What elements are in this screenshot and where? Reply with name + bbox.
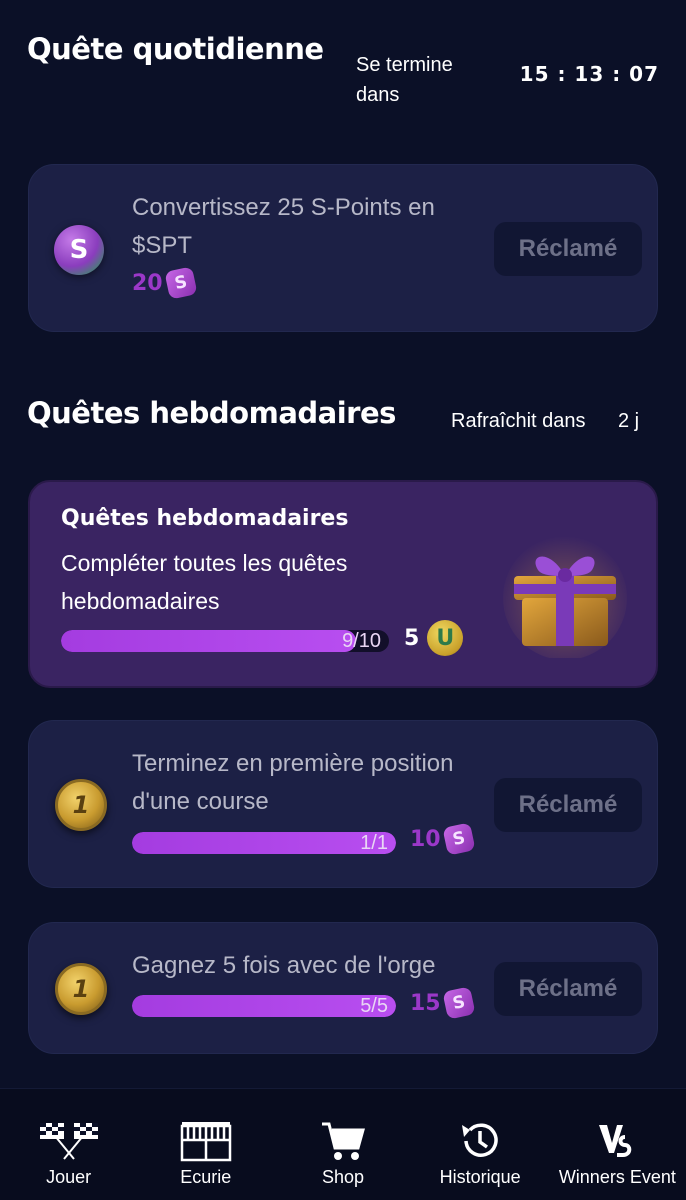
first-place-coin-icon: 1: [55, 963, 107, 1015]
claimed-button[interactable]: Réclamé: [494, 962, 642, 1016]
nav-label: Historique: [439, 1167, 521, 1187]
featured-progress-bar: 9/10: [61, 630, 389, 652]
s-gem-icon: S: [164, 266, 198, 300]
claimed-button[interactable]: Réclamé: [494, 222, 642, 276]
stable-doors-icon: [179, 1119, 233, 1163]
daily-quest-header: Quête quotidienne Se termine dans 15 : 1…: [0, 0, 686, 140]
weekly-completion-card: Quêtes hebdomadaires Compléter toutes le…: [28, 480, 658, 688]
quest-reward: 15 S: [410, 986, 476, 1020]
quest-progress-fill: [132, 832, 396, 854]
cart-icon: [320, 1119, 366, 1163]
quest-progress-fill: [132, 995, 396, 1017]
quest-label: Convertissez 25 S-Points en $SPT: [132, 194, 435, 259]
refresh-label: Rafraîchit dans: [451, 410, 586, 432]
quest-label: Gagnez 5 fois avec de l'orge: [132, 952, 436, 979]
quest-progress-text: 5/5: [360, 995, 388, 1017]
nav-label: Shop: [321, 1167, 364, 1187]
featured-progress-fill: [61, 630, 357, 652]
nav-item-historique[interactable]: Historique: [412, 1089, 549, 1200]
quest-progress-text: 1/1: [360, 832, 388, 854]
quest-progress-bar: 1/1: [132, 832, 396, 854]
nav-item-ecurie[interactable]: Ecurie: [137, 1089, 274, 1200]
quest-reward: 10 S: [410, 822, 476, 856]
s-gem-icon: S: [442, 822, 476, 856]
daily-quest-card: S Convertissez 25 S-Points en $SPT 20 S …: [28, 164, 658, 332]
history-icon: [458, 1119, 502, 1163]
nav-label: Ecurie: [180, 1167, 232, 1187]
nav-item-jouer[interactable]: Jouer: [0, 1089, 137, 1200]
vs-icon: [595, 1119, 639, 1163]
horseshoe-coin-icon: U: [427, 620, 464, 656]
checkered-flags-icon: [36, 1119, 102, 1163]
quest-reward: 20 S: [132, 266, 198, 300]
nav-item-shop[interactable]: Shop: [274, 1089, 411, 1200]
weekly-quests-title: Quêtes hebdomadaires: [27, 396, 396, 430]
weekly-quest-card: 1 Terminez en première position d'une co…: [28, 720, 658, 888]
featured-progress-text: 9/10: [342, 630, 381, 652]
featured-reward: 5 U: [404, 620, 464, 656]
bottom-navigation: Jouer Ecurie Shop Historique Winners Eve…: [0, 1088, 686, 1200]
s-point-icon: S: [54, 225, 104, 275]
quest-progress-bar: 5/5: [132, 995, 396, 1017]
nav-label: Winners Event: [558, 1167, 676, 1187]
reward-amount: 10: [410, 826, 441, 852]
nav-item-winners-event[interactable]: Winners Event: [549, 1089, 686, 1200]
first-place-coin-icon: 1: [55, 779, 107, 831]
daily-quest-title: Quête quotidienne: [27, 32, 324, 66]
featured-description: Compléter toutes les quêtes hebdomadaire…: [61, 550, 348, 614]
reward-amount: 20: [132, 270, 163, 296]
countdown-timer: 15 : 13 : 07: [519, 62, 659, 86]
refresh-countdown: 2 j: [618, 410, 640, 432]
quest-label: Terminez en première position d'une cour…: [132, 750, 454, 815]
ends-in-label: Se termine dans: [356, 54, 453, 106]
gift-box-icon: [503, 536, 627, 658]
featured-title: Quêtes hebdomadaires: [61, 506, 349, 531]
featured-reward-amount: 5: [404, 625, 420, 651]
s-gem-icon: S: [442, 986, 476, 1020]
weekly-quest-card: 1 Gagnez 5 fois avec de l'orge 5/5 15 S …: [28, 922, 658, 1054]
reward-amount: 15: [410, 990, 441, 1016]
nav-label: Jouer: [46, 1167, 92, 1187]
claimed-button[interactable]: Réclamé: [494, 778, 642, 832]
